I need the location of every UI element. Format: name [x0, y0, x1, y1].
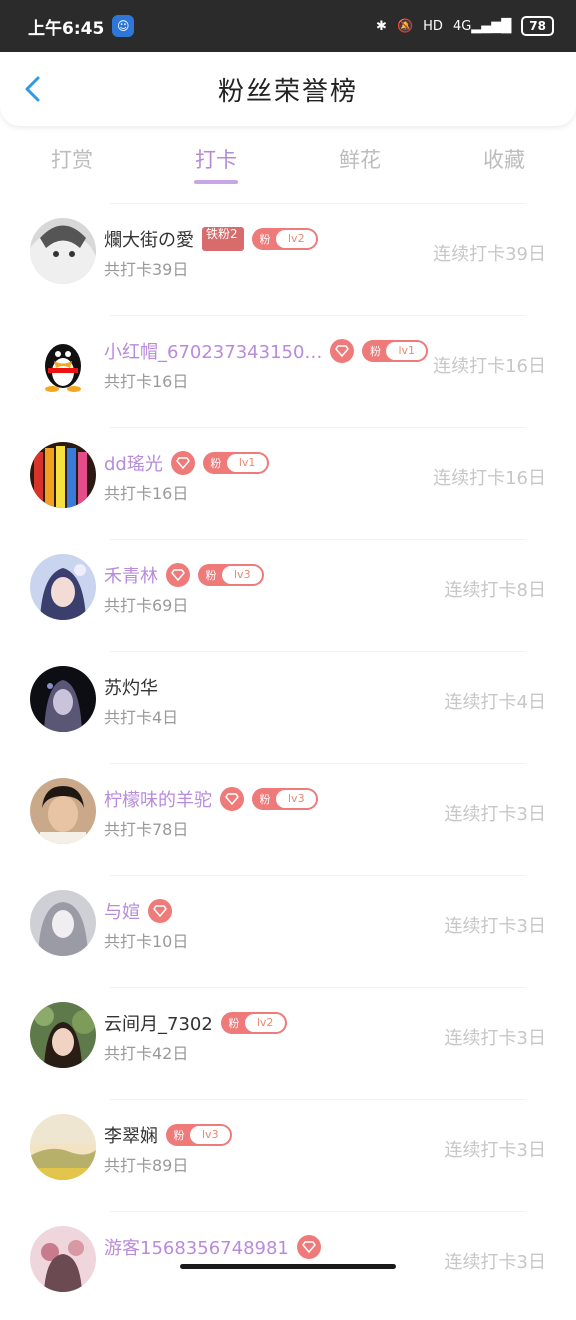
page-title: 粉丝荣誉榜 — [217, 76, 358, 107]
page-header: 粉丝荣誉榜 — [0, 52, 576, 126]
list-item[interactable]: 云间月_7302 粉 lv2 共打卡42日 连续打卡3日 — [0, 984, 576, 1096]
fan-level-badge: 粉 lv3 — [252, 788, 318, 810]
fan-list: 爛大街の愛 铁粉2 粉 lv2 共打卡39日 连续打卡39日 小红帽_670237… — [0, 200, 576, 1320]
tab-flowers[interactable]: 鲜花 — [288, 138, 432, 188]
user-name: dd瑤光 — [104, 454, 163, 475]
streak-text: 连续打卡39日 — [433, 244, 546, 265]
list-item[interactable]: 爛大街の愛 铁粉2 粉 lv2 共打卡39日 连续打卡39日 — [0, 200, 576, 312]
user-name: 苏灼华 — [104, 678, 158, 699]
diamond-icon — [330, 339, 355, 363]
user-name: 禾青林 — [104, 566, 158, 587]
user-name: 李翠娴 — [104, 1126, 158, 1147]
list-item[interactable]: 与媗 共打卡10日 连续打卡3日 — [0, 872, 576, 984]
avatar[interactable] — [30, 442, 96, 508]
tab-bar: 打赏 打卡 鲜花 收藏 — [0, 138, 576, 188]
list-item[interactable]: 苏灼华 共打卡4日 连续打卡4日 — [0, 648, 576, 760]
fan-level-badge: 粉 lv2 — [220, 1012, 287, 1034]
list-item[interactable]: dd瑤光 粉 lv1 共打卡16日 连续打卡16日 — [0, 424, 576, 536]
total-checkin: 共打卡69日 — [104, 596, 189, 615]
avatar[interactable] — [30, 330, 96, 396]
status-icons: ✱ 🔕 HD 4G▂▄▆█ 78 — [376, 16, 554, 36]
streak-text: 连续打卡3日 — [444, 1252, 546, 1273]
user-name: 游客1568356748981 — [104, 1238, 289, 1259]
total-checkin: 共打卡78日 — [104, 820, 189, 839]
avatar[interactable] — [30, 218, 96, 284]
streak-text: 连续打卡8日 — [444, 580, 546, 601]
list-item[interactable]: 李翠娴 粉 lv3 共打卡89日 连续打卡3日 — [0, 1096, 576, 1208]
fan-level-badge: 粉 lv2 — [252, 228, 318, 250]
list-item[interactable]: 柠檬味的羊驼 粉 lv3 共打卡78日 连续打卡3日 — [0, 760, 576, 872]
avatar[interactable] — [30, 890, 96, 956]
status-time: 上午6:45 — [28, 18, 105, 39]
avatar[interactable] — [30, 1002, 96, 1068]
battery-icon: 78 — [521, 16, 554, 36]
bluetooth-icon: ✱ — [376, 18, 387, 34]
diamond-icon — [166, 563, 190, 587]
fan-level-badge: 粉 lv3 — [166, 1124, 232, 1146]
user-name: 云间月_7302 — [104, 1014, 213, 1035]
list-item[interactable]: 禾青林 粉 lv3 共打卡69日 连续打卡8日 — [0, 536, 576, 648]
streak-text: 连续打卡4日 — [444, 692, 546, 713]
total-checkin: 共打卡16日 — [104, 484, 189, 503]
status-bar: 上午6:45 ☺ ✱ 🔕 HD 4G▂▄▆█ 78 — [0, 0, 576, 52]
avatar[interactable] — [30, 1114, 96, 1180]
streak-text: 连续打卡3日 — [444, 1028, 546, 1049]
list-item[interactable]: 小红帽_670237343150… 粉 lv1 共打卡16日 连续打卡16日 — [0, 312, 576, 424]
back-button[interactable] — [18, 72, 48, 106]
total-checkin: 共打卡42日 — [104, 1044, 189, 1063]
tab-favorites[interactable]: 收藏 — [432, 138, 576, 188]
diamond-icon — [296, 1235, 321, 1259]
streak-text: 连续打卡16日 — [433, 356, 546, 377]
tab-reward[interactable]: 打赏 — [0, 138, 144, 188]
avatar[interactable] — [30, 1226, 96, 1292]
app-notification-icon: ☺ — [112, 15, 135, 37]
total-checkin: 共打卡16日 — [104, 372, 189, 391]
home-indicator[interactable] — [180, 1264, 396, 1269]
streak-text: 连续打卡3日 — [444, 804, 546, 825]
avatar[interactable] — [30, 554, 96, 620]
streak-text: 连续打卡16日 — [433, 468, 546, 489]
diamond-icon — [220, 787, 244, 811]
tab-checkin[interactable]: 打卡 — [144, 138, 288, 188]
streak-text: 连续打卡3日 — [444, 916, 546, 937]
avatar[interactable] — [30, 666, 96, 732]
diamond-icon — [170, 451, 195, 475]
total-checkin: 共打卡10日 — [104, 932, 189, 951]
diamond-icon — [148, 899, 172, 923]
signal-icon: 4G▂▄▆█ — [452, 18, 512, 34]
user-name: 柠檬味的羊驼 — [104, 790, 212, 811]
user-name: 与媗 — [104, 902, 140, 923]
fan-level-badge: 粉 lv1 — [362, 340, 429, 362]
total-checkin: 共打卡39日 — [104, 260, 189, 279]
fan-level-badge: 粉 lv3 — [198, 564, 264, 586]
chevron-left-icon — [25, 76, 40, 102]
avatar[interactable] — [30, 778, 96, 844]
hd-icon: HD — [423, 18, 443, 34]
user-name: 小红帽_670237343150… — [104, 342, 323, 363]
user-name: 爛大街の愛 — [104, 230, 194, 251]
mute-icon: 🔕 — [396, 18, 414, 34]
streak-text: 连续打卡3日 — [444, 1140, 546, 1161]
fan-level-badge: 粉 lv1 — [202, 452, 269, 474]
total-checkin: 共打卡89日 — [104, 1156, 189, 1175]
iron-fan-badge: 铁粉2 — [202, 227, 244, 251]
total-checkin: 共打卡4日 — [104, 708, 179, 727]
